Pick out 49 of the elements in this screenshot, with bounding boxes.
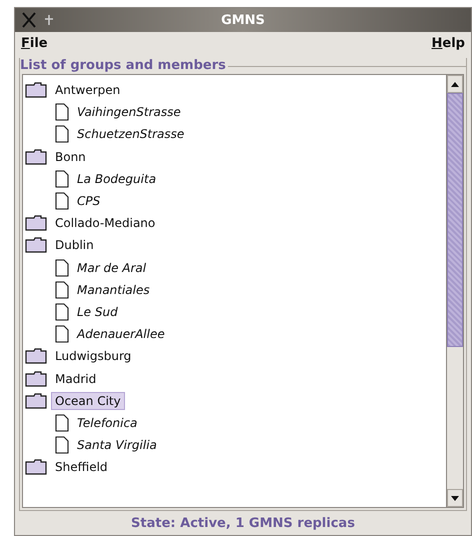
group-item[interactable]: Dublin [51,236,98,254]
member-item[interactable]: VaihingenStrasse [73,103,185,122]
scroll-down-button[interactable] [447,489,463,507]
window-title: GMNS [221,12,266,28]
status-text: State: Active, 1 GMNS replicas [131,516,355,530]
member-item[interactable]: Manantiales [73,280,154,299]
folder-icon [25,348,47,364]
document-icon [55,258,69,277]
x-logo-icon [21,12,37,28]
member-item[interactable]: Mar de Aral [73,258,150,277]
group-item[interactable]: Sheffield [51,458,112,476]
group-box-title: List of groups and members [20,58,228,74]
member-item[interactable]: SchuetzenStrasse [73,125,188,144]
member-item[interactable]: Le Sud [73,302,122,321]
menu-item[interactable]: File [19,35,50,51]
document-icon [55,125,69,144]
down-arrow-icon [451,496,459,500]
folder-icon [25,82,47,98]
group-item[interactable]: Madrid [51,370,100,388]
document-icon [55,170,69,188]
group-item[interactable]: Bonn [51,148,90,166]
menu-item[interactable]: Help [430,35,467,51]
member-item[interactable]: La Bodeguita [73,170,160,188]
folder-icon [25,392,47,409]
document-icon [55,302,69,321]
document-icon [55,280,69,299]
member-item[interactable]: Telefonica [73,414,142,432]
scroll-up-button[interactable] [447,75,463,93]
up-arrow-icon [451,82,459,86]
folder-icon [25,148,47,165]
scrollbar[interactable] [446,75,463,507]
member-item[interactable]: Santa Virgilia [73,436,161,454]
group-item[interactable]: Antwerpen [51,81,124,100]
member-item[interactable]: AdenauerAllee [73,325,169,344]
scroll-thumb[interactable] [447,93,463,347]
folder-icon [25,237,47,254]
group-item[interactable]: Ocean City [51,392,125,410]
member-item[interactable]: CPS [73,192,104,210]
pin-icon[interactable] [45,15,53,25]
document-icon [55,192,69,210]
group-item[interactable]: Ludwigsburg [51,347,136,366]
folder-icon [25,370,47,387]
folder-icon [25,215,47,232]
group-item[interactable]: Collado-Mediano [51,214,160,232]
document-icon [55,414,69,432]
folder-icon [25,459,47,476]
document-icon [55,436,69,454]
document-icon [55,325,69,344]
document-icon [55,103,69,122]
